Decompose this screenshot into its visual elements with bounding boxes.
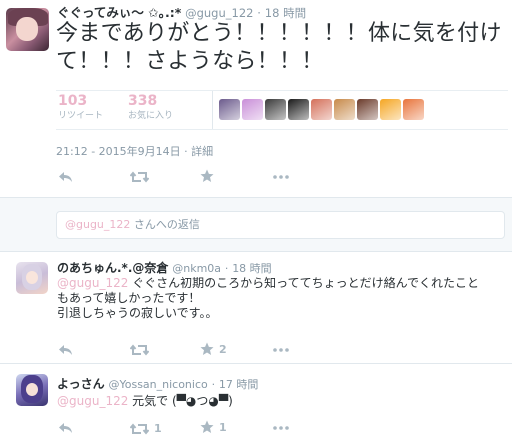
tweet-text-line: 今までありがとう！！！！！！体に気を付け: [56, 21, 502, 46]
favoriter-avatar[interactable]: [265, 99, 286, 120]
more-button[interactable]: [273, 426, 289, 430]
tweet-header: のあちゅん.*.@奈倉 @nkm0a · 18 時間: [57, 260, 272, 277]
reply-tweet: よっさん @Yossan_niconico · 17 時間 @gugu_122 …: [0, 364, 512, 444]
mention-link[interactable]: @gugu_122: [57, 276, 128, 290]
reply-placeholder: さんへの返信: [130, 218, 200, 231]
favoriter-avatar[interactable]: [242, 99, 263, 120]
user-handle[interactable]: @Yossan_niconico: [108, 378, 207, 391]
favoriter-avatar[interactable]: [288, 99, 309, 120]
tweet-time[interactable]: 17 時間: [219, 378, 259, 391]
more-button[interactable]: [273, 175, 289, 179]
more-button[interactable]: [273, 348, 289, 352]
tweet-text: 今までありがとう！！！！！！体に気を付け て！！！さようなら！！！: [56, 20, 506, 76]
star-icon: [200, 169, 214, 182]
favorite-button[interactable]: 1: [200, 420, 227, 434]
retweet-stat[interactable]: 103 リツイート: [58, 93, 103, 122]
reply-input[interactable]: @gugu_122 さんへの返信: [56, 211, 505, 239]
retweet-button[interactable]: [130, 344, 154, 356]
reply-button[interactable]: [58, 344, 73, 356]
more-icon: [273, 348, 289, 352]
reply-mention: @gugu_122: [65, 218, 131, 231]
retweet-button[interactable]: 1: [130, 422, 162, 435]
timestamp: 21:12 - 2015年9月14日: [56, 145, 181, 158]
stats-divider: [212, 91, 213, 129]
retweet-count: 1: [154, 422, 162, 435]
favoriter-avatar[interactable]: [219, 99, 240, 120]
reply-icon: [59, 172, 72, 182]
details-link[interactable]: 詳細: [191, 145, 213, 158]
reply-box-container: @gugu_122 さんへの返信: [0, 198, 512, 252]
favoriter-avatar[interactable]: [334, 99, 355, 120]
tweet-text-line: て！！！さようなら！！！: [56, 49, 324, 74]
separator-dot: ·: [257, 6, 261, 20]
tweet-time[interactable]: 18 時間: [265, 6, 306, 20]
favorite-count: 1: [219, 420, 227, 434]
tweet-text-line: ぐぐさん初期のころから知っててちょっとだけ絡んでくれたこと: [128, 276, 479, 290]
more-icon: [273, 175, 289, 179]
star-icon: [200, 420, 214, 433]
retweet-count: 103: [58, 93, 88, 109]
tweet-text-line: 引退しちゃうの寂しいです。。: [57, 306, 218, 320]
reply-tweet: のあちゅん.*.@奈倉 @nkm0a · 18 時間 @gugu_122 ぐぐさ…: [0, 252, 512, 364]
avatar[interactable]: [6, 8, 49, 51]
separator-dot: ·: [224, 262, 229, 275]
favoriter-avatar[interactable]: [311, 99, 332, 120]
retweet-label: リツイート: [58, 111, 104, 121]
tweet-header: よっさん @Yossan_niconico · 17 時間: [57, 376, 258, 393]
favorite-button[interactable]: [200, 169, 214, 183]
retweet-icon: [130, 422, 149, 435]
reply-icon: [59, 345, 72, 355]
user-handle[interactable]: @nkm0a: [172, 262, 221, 275]
display-name[interactable]: ぐぐってみぃ〜 ✩｡.:*: [57, 5, 181, 20]
tweet-text: @gugu_122 ぐぐさん初期のころから知っててちょっとだけ絡んでくれたこと …: [57, 276, 507, 321]
star-icon: [200, 342, 214, 355]
tweet-time[interactable]: 18 時間: [232, 262, 272, 275]
separator-dot: ·: [184, 145, 188, 158]
avatar[interactable]: [16, 374, 48, 406]
user-handle[interactable]: @gugu_122: [185, 6, 253, 20]
avatar[interactable]: [16, 262, 48, 294]
tweet-text: @gugu_122 元気で (▀◕つ◕▀): [57, 394, 507, 409]
tweet-text-line: 元気で (▀◕つ◕▀): [128, 394, 233, 408]
separator-dot: ·: [211, 378, 216, 391]
reply-button[interactable]: [58, 422, 73, 434]
retweet-button[interactable]: [130, 171, 149, 183]
retweet-icon: [130, 171, 149, 183]
favoriter-avatar[interactable]: [357, 99, 378, 120]
favorite-button[interactable]: 2: [200, 342, 227, 356]
favorite-stat[interactable]: 338 お気に入り: [128, 93, 173, 122]
reply-button[interactable]: [58, 171, 73, 183]
tweet-text-line: もあって嬉しかったです！: [57, 291, 201, 305]
favoriter-avatars: [219, 99, 424, 120]
favorite-count: 2: [219, 342, 227, 356]
retweet-icon: [130, 344, 149, 356]
more-icon: [273, 426, 289, 430]
tweet-header: ぐぐってみぃ〜 ✩｡.:* @gugu_122 · 18 時間: [57, 5, 306, 21]
main-tweet: ぐぐってみぃ〜 ✩｡.:* @gugu_122 · 18 時間 今までありがとう…: [0, 0, 512, 198]
display-name[interactable]: のあちゅん.*.@奈倉: [57, 261, 168, 275]
favoriter-avatar[interactable]: [403, 99, 424, 120]
tweet-meta: 21:12 - 2015年9月14日 · 詳細: [56, 143, 213, 159]
mention-link[interactable]: @gugu_122: [57, 394, 128, 408]
display-name[interactable]: よっさん: [57, 377, 105, 391]
favoriter-avatar[interactable]: [380, 99, 401, 120]
tweet-stats: 103 リツイート 338 お気に入り: [56, 90, 508, 130]
favorite-label: お気に入り: [128, 111, 174, 121]
reply-icon: [59, 423, 72, 433]
favorite-count: 338: [128, 93, 158, 109]
